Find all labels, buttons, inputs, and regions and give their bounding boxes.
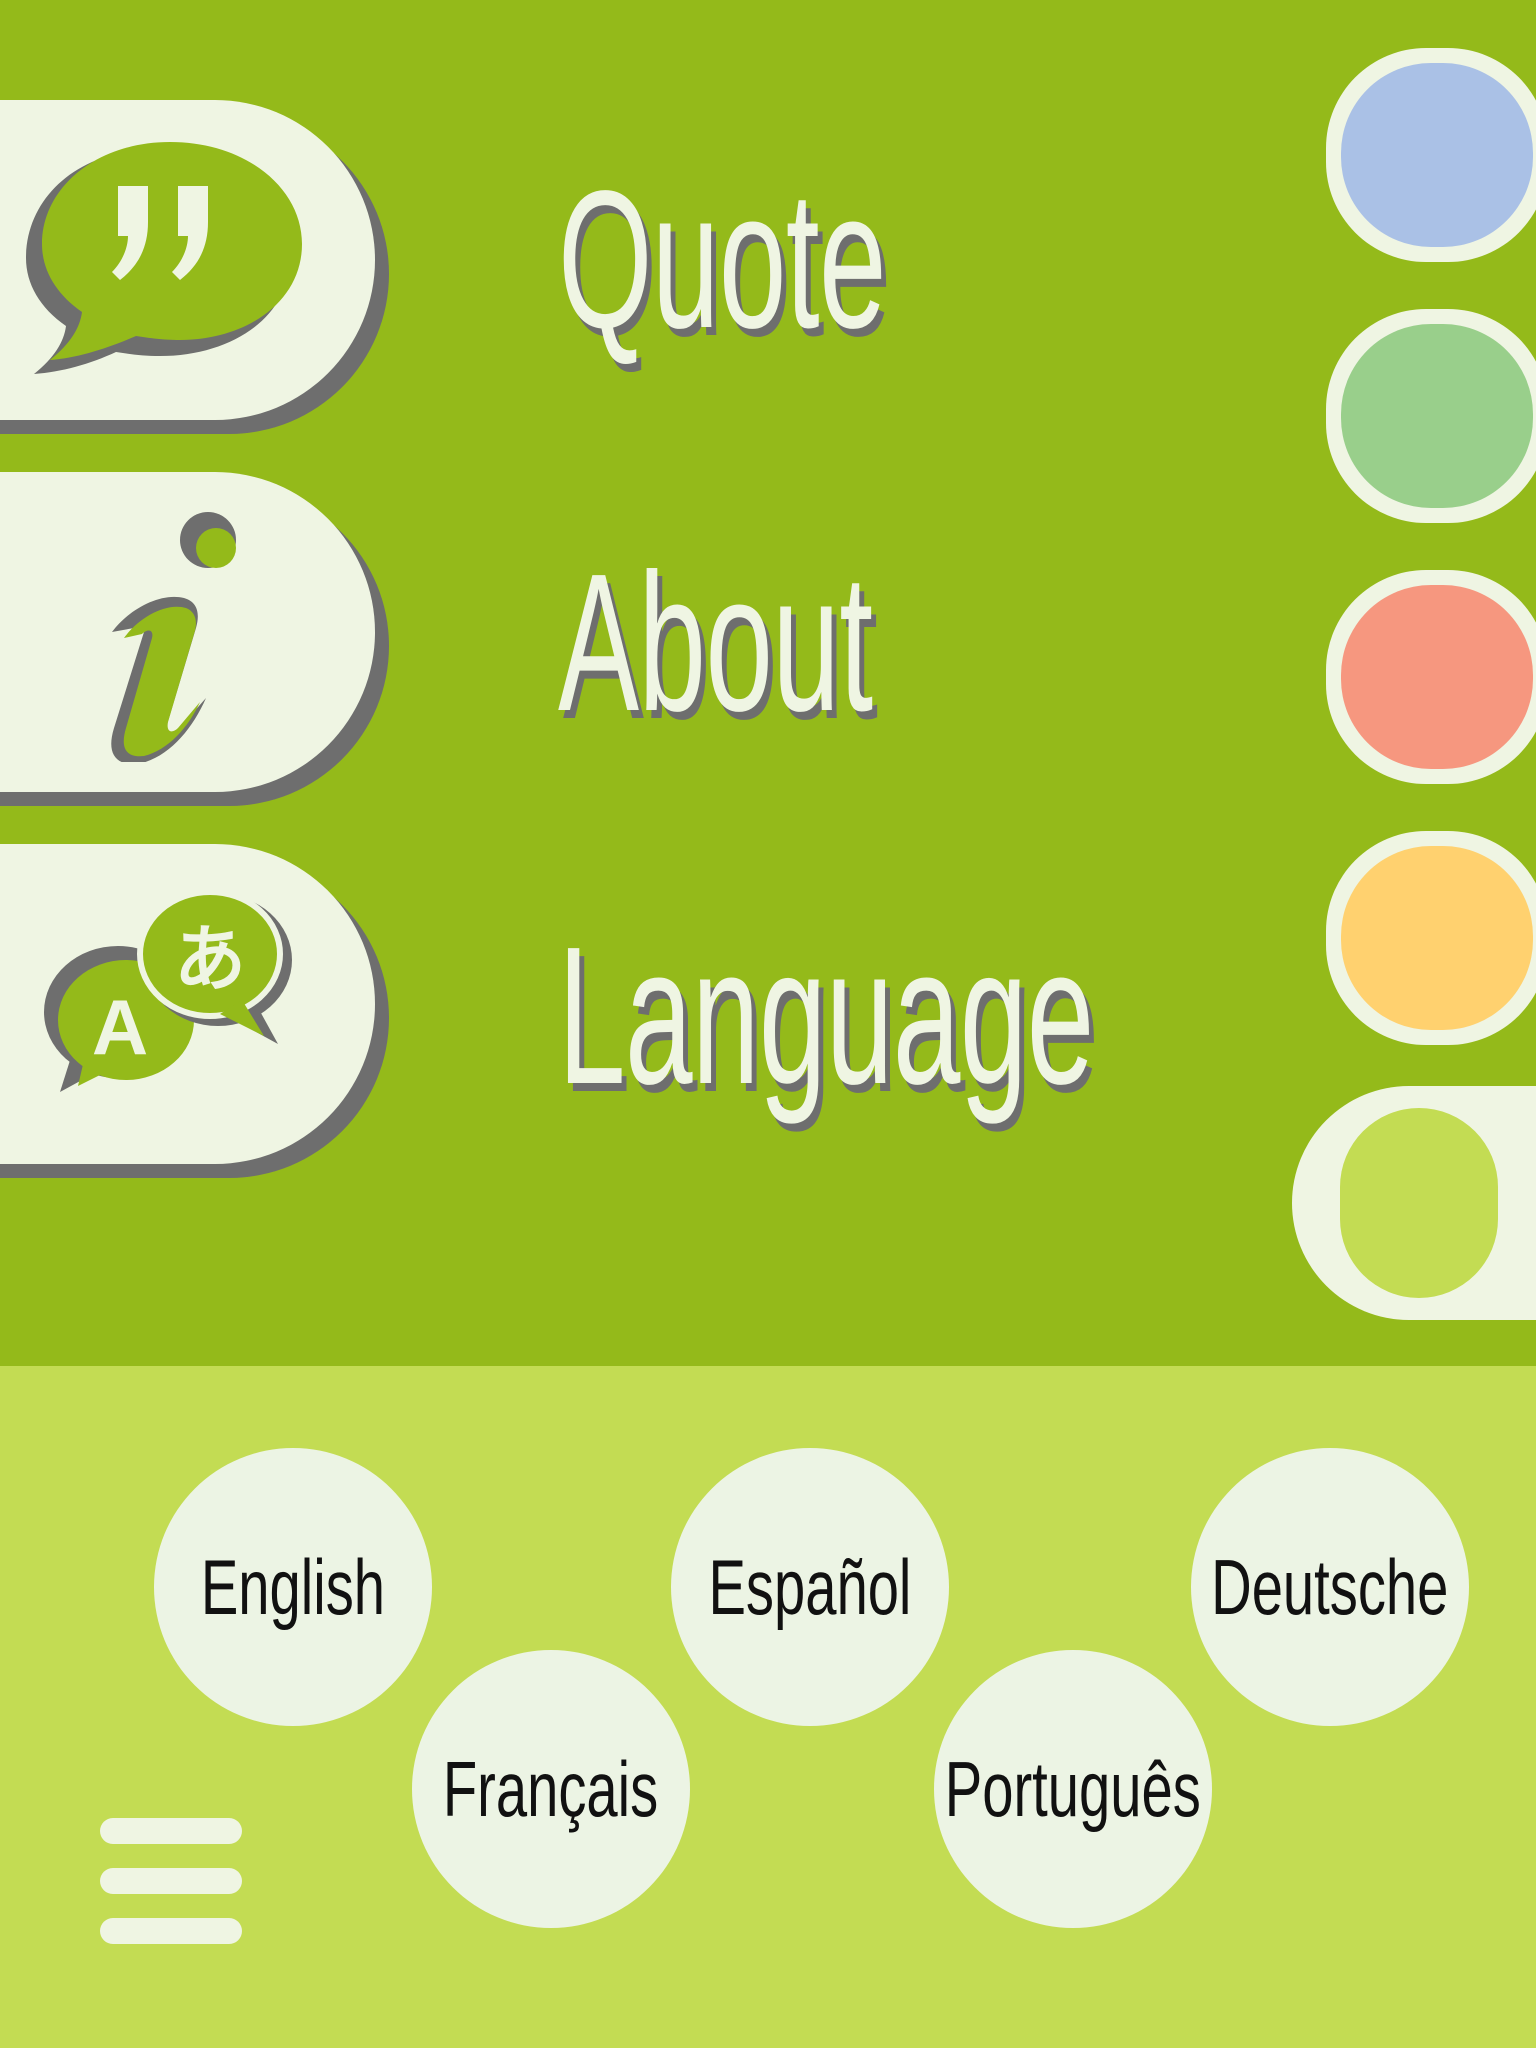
about-menu-button[interactable] xyxy=(0,472,375,792)
top-menu-panel: Quote About A あ Language xyxy=(0,0,1536,1366)
swatch-color-lime xyxy=(1340,1108,1498,1298)
hamburger-icon[interactable] xyxy=(100,1818,242,1944)
hamburger-bar xyxy=(100,1868,242,1894)
theme-swatch-lime-selected[interactable] xyxy=(1292,1086,1536,1320)
theme-swatch-yellow[interactable] xyxy=(1326,831,1536,1045)
language-option-espanol[interactable]: Español xyxy=(671,1448,949,1726)
language-option-deutsche[interactable]: Deutsche xyxy=(1191,1448,1469,1726)
swatch-color-red xyxy=(1341,585,1533,769)
swatch-color-green xyxy=(1341,324,1533,508)
translate-icon: A あ xyxy=(20,874,310,1134)
quote-menu-label[interactable]: Quote xyxy=(558,162,887,358)
theme-swatch-blue[interactable] xyxy=(1326,48,1536,262)
hamburger-bar xyxy=(100,1818,242,1844)
hamburger-bar xyxy=(100,1918,242,1944)
language-option-english[interactable]: English xyxy=(154,1448,432,1726)
language-option-label: English xyxy=(200,1542,386,1631)
quote-bubble-icon xyxy=(20,130,310,390)
language-option-label: Deutsche xyxy=(1211,1542,1449,1631)
language-menu-button[interactable]: A あ xyxy=(0,844,375,1164)
info-icon xyxy=(20,502,310,762)
swatch-color-blue xyxy=(1341,63,1533,247)
language-option-label: Português xyxy=(944,1744,1202,1833)
language-option-portugues[interactable]: Português xyxy=(934,1650,1212,1928)
swatch-color-yellow xyxy=(1341,846,1533,1030)
quote-menu-button[interactable] xyxy=(0,100,375,420)
latin-glyph: A xyxy=(92,983,148,1071)
kana-glyph: あ xyxy=(174,917,246,1001)
language-option-label: Español xyxy=(708,1542,912,1631)
theme-swatch-green[interactable] xyxy=(1326,309,1536,523)
language-menu-label[interactable]: Language xyxy=(558,918,1094,1114)
theme-swatch-red[interactable] xyxy=(1326,570,1536,784)
about-menu-label[interactable]: About xyxy=(558,545,873,741)
language-option-francais[interactable]: Français xyxy=(412,1650,690,1928)
language-option-label: Français xyxy=(443,1744,659,1833)
